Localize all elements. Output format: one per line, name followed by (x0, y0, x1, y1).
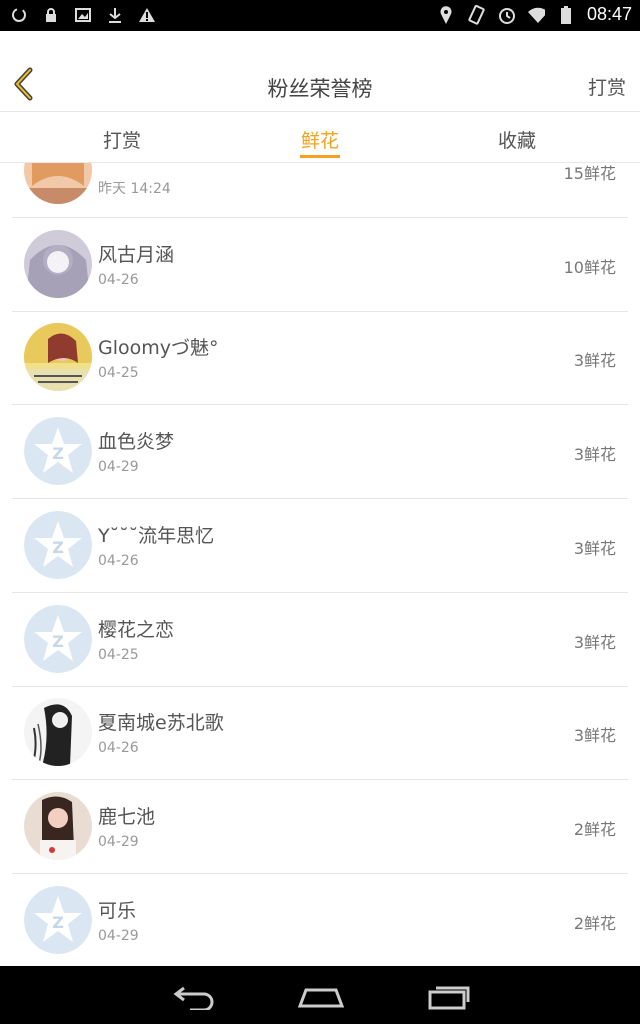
flower-count: 3鲜花 (573, 351, 616, 370)
flower-count: 3鲜花 (573, 539, 616, 558)
system-nav-bar (0, 966, 640, 1024)
back-nav-button[interactable] (168, 980, 218, 1012)
list-item[interactable]: Z 可乐 04-29 2鲜花 (12, 874, 628, 966)
list-item[interactable]: 风古月涵 04-26 10鲜花 (12, 218, 628, 312)
svg-text:Z: Z (52, 913, 64, 932)
rotate-icon (467, 4, 485, 25)
fan-date: 04-25 (98, 647, 139, 663)
tab-bar: 打赏 鲜花 收藏 (0, 112, 640, 163)
fan-date: 04-29 (98, 834, 139, 850)
fan-date: 04-25 (98, 365, 139, 381)
fan-name: 血色炎梦 (98, 431, 175, 453)
fan-date: 昨天 14:24 (98, 181, 171, 197)
svg-text:Z: Z (52, 538, 64, 557)
avatar (24, 792, 92, 860)
default-avatar: Z (24, 511, 92, 579)
flower-count: 10鲜花 (563, 258, 616, 277)
tab-favorites[interactable]: 收藏 (457, 126, 577, 153)
default-avatar: Z (24, 605, 92, 673)
list-item[interactable]: Z Y˘˘˘流年思忆 04-26 3鲜花 (12, 499, 628, 593)
tab-reward[interactable]: 打赏 (62, 126, 182, 153)
back-arrow-icon (173, 986, 214, 1012)
location-icon (437, 5, 455, 24)
recents-nav-button[interactable] (424, 980, 474, 1010)
active-tab-indicator (300, 155, 340, 158)
fan-list: 昨天 14:24 15鲜花 风古月涵 04-26 10鲜花 Gloomyづ魅° … (0, 163, 640, 966)
list-item[interactable]: 昨天 14:24 15鲜花 (12, 163, 628, 218)
home-nav-button[interactable] (296, 980, 346, 1010)
sync-icon (10, 6, 28, 24)
fan-name: 樱花之恋 (98, 619, 175, 641)
default-avatar: Z (24, 417, 92, 485)
page-title: 粉丝荣誉榜 (267, 77, 373, 101)
app-header: 粉丝荣誉榜 打赏 (0, 31, 640, 112)
fan-name: 鹿七池 (98, 806, 156, 828)
fan-name: 风古月涵 (98, 244, 175, 266)
status-bar: 08:47 (0, 0, 640, 31)
list-item[interactable]: 鹿七池 04-29 2鲜花 (12, 780, 628, 874)
avatar (24, 698, 92, 766)
flower-count: 15鲜花 (563, 164, 616, 183)
list-item[interactable]: 夏南城e苏北歌 04-26 3鲜花 (12, 686, 628, 780)
fan-date: 04-29 (98, 459, 139, 475)
avatar (24, 163, 92, 204)
recents-icon (428, 986, 470, 1010)
flower-count: 3鲜花 (573, 445, 616, 464)
fan-name: Y˘˘˘流年思忆 (98, 525, 215, 547)
fan-name: 夏南城e苏北歌 (98, 712, 224, 734)
download-icon (106, 6, 124, 24)
image-icon (74, 6, 92, 24)
fan-date: 04-26 (98, 553, 139, 569)
svg-text:Z: Z (52, 444, 64, 463)
list-item[interactable]: Z 樱花之恋 04-25 3鲜花 (12, 593, 628, 687)
flower-count: 2鲜花 (573, 914, 616, 933)
home-icon (297, 988, 345, 1008)
lock-icon (42, 6, 60, 24)
wifi-icon (527, 6, 545, 24)
flower-count: 3鲜花 (573, 633, 616, 652)
avatar (24, 323, 92, 391)
clock: 08:47 (586, 4, 632, 24)
reward-button[interactable]: 打赏 (588, 73, 626, 100)
fan-name: 可乐 (98, 900, 137, 922)
fan-date: 04-26 (98, 272, 139, 288)
tab-flowers[interactable]: 鲜花 (260, 126, 380, 153)
alarm-icon (497, 6, 515, 24)
avatar (24, 230, 92, 298)
list-item[interactable]: Z 血色炎梦 04-29 3鲜花 (12, 405, 628, 499)
default-avatar: Z (24, 886, 92, 954)
flower-count: 2鲜花 (573, 820, 616, 839)
fan-name: Gloomyづ魅° (98, 337, 219, 359)
warning-icon (138, 6, 156, 24)
list-item[interactable]: Gloomyづ魅° 04-25 3鲜花 (12, 311, 628, 405)
svg-text:Z: Z (52, 632, 64, 651)
fan-date: 04-29 (98, 928, 139, 944)
battery-icon (557, 5, 575, 24)
fan-date: 04-26 (98, 740, 139, 756)
flower-count: 3鲜花 (573, 726, 616, 745)
